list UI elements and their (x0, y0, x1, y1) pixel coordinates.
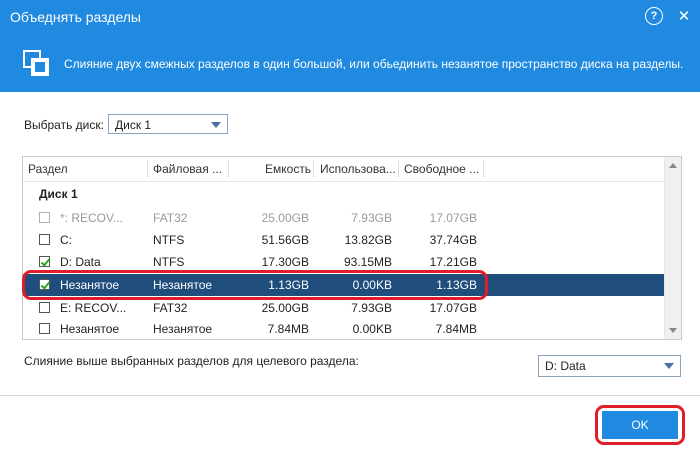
table-row[interactable]: D: Data NTFS 17.30GB 93.15MB 17.21GB (23, 251, 666, 273)
disk-group-row: Диск 1 (23, 183, 666, 205)
ok-button[interactable]: OK (602, 411, 678, 439)
row-checkbox (39, 212, 50, 223)
cell-capacity: 17.30GB (261, 255, 309, 269)
scroll-down-icon[interactable] (669, 328, 677, 333)
info-banner: Слияние двух смежных разделов в один бол… (0, 34, 700, 92)
chevron-down-icon (664, 363, 674, 369)
help-icon[interactable]: ? (645, 7, 663, 25)
column-divider[interactable] (228, 160, 229, 178)
cell-free: 37.74GB (429, 233, 477, 247)
table-scrollbar[interactable] (664, 157, 681, 339)
row-checkbox[interactable] (39, 256, 50, 267)
cell-capacity: 1.13GB (268, 278, 309, 292)
cell-capacity: 25.00GB (261, 301, 309, 315)
cell-free: 17.07GB (429, 211, 477, 225)
table-header: Раздел Файловая ... Емкость Использова..… (23, 157, 666, 182)
table-row[interactable]: Незанятое Незанятое 1.13GB 0.00KB 1.13GB (23, 274, 666, 296)
banner-description: Слияние двух смежных разделов в один бол… (64, 57, 684, 71)
cell-filesystem: Незанятое (153, 322, 213, 336)
chevron-down-icon (211, 122, 221, 128)
disk-select-label: Выбрать диск: (24, 118, 104, 132)
column-divider[interactable] (483, 160, 484, 178)
partition-table: Раздел Файловая ... Емкость Использова..… (22, 156, 682, 340)
disk-select-value: Диск 1 (115, 118, 152, 132)
cell-filesystem: FAT32 (153, 301, 188, 315)
row-checkbox[interactable] (39, 234, 50, 245)
column-divider[interactable] (398, 160, 399, 178)
table-row[interactable]: E: RECOV... FAT32 25.00GB 7.93GB 17.07GB (23, 297, 666, 319)
cell-filesystem: NTFS (153, 255, 185, 269)
column-divider[interactable] (313, 160, 314, 178)
cell-filesystem: Незанятое (153, 278, 213, 292)
cell-partition: Незанятое (60, 322, 120, 336)
close-icon[interactable]: ✕ (674, 7, 694, 27)
title-bar: Объеднять разделы ? ✕ (0, 0, 700, 34)
cell-free: 1.13GB (436, 278, 477, 292)
cell-used: 0.00KB (352, 322, 392, 336)
table-row: *: RECOV... FAT32 25.00GB 7.93GB 17.07GB (23, 207, 666, 229)
cell-filesystem: NTFS (153, 233, 185, 247)
column-header-capacity[interactable]: Емкость (265, 162, 311, 176)
cell-partition: Незанятое (60, 278, 120, 292)
cell-used: 0.00KB (352, 278, 392, 292)
merge-target-label: Слияние выше выбранных разделов для целе… (24, 354, 359, 368)
cell-partition: C: (60, 233, 72, 247)
merge-partitions-icon (23, 50, 49, 76)
cell-capacity: 51.56GB (261, 233, 309, 247)
target-partition-select[interactable]: D: Data (538, 355, 681, 377)
column-header-filesystem[interactable]: Файловая ... (153, 162, 222, 176)
window-title: Объеднять разделы (10, 9, 141, 25)
cell-partition: D: Data (60, 255, 101, 269)
row-checkbox[interactable] (39, 302, 50, 313)
cell-free: 17.07GB (429, 301, 477, 315)
cell-used: 7.93GB (351, 301, 392, 315)
table-row[interactable]: C: NTFS 51.56GB 13.82GB 37.74GB (23, 229, 666, 251)
row-checkbox[interactable] (39, 323, 50, 334)
disk-group-label: Диск 1 (39, 187, 78, 201)
column-header-used[interactable]: Использова... (320, 162, 396, 176)
cell-used: 7.93GB (351, 211, 392, 225)
table-row[interactable]: Незанятое Незанятое 7.84MB 0.00KB 7.84MB (23, 318, 666, 340)
cell-partition: *: RECOV... (60, 211, 123, 225)
disk-select[interactable]: Диск 1 (108, 114, 228, 134)
cell-used: 13.82GB (344, 233, 392, 247)
column-header-partition[interactable]: Раздел (28, 162, 68, 176)
cell-filesystem: FAT32 (153, 211, 188, 225)
scroll-up-icon[interactable] (669, 163, 677, 168)
column-header-free[interactable]: Свободное ... (404, 162, 479, 176)
cell-capacity: 7.84MB (267, 322, 309, 336)
target-partition-value: D: Data (545, 359, 586, 373)
footer-divider (0, 395, 700, 396)
cell-free: 17.21GB (429, 255, 477, 269)
column-divider[interactable] (147, 160, 148, 178)
row-checkbox[interactable] (39, 279, 50, 290)
cell-partition: E: RECOV... (60, 301, 127, 315)
cell-capacity: 25.00GB (261, 211, 309, 225)
cell-used: 93.15MB (343, 255, 392, 269)
cell-free: 7.84MB (435, 322, 477, 336)
